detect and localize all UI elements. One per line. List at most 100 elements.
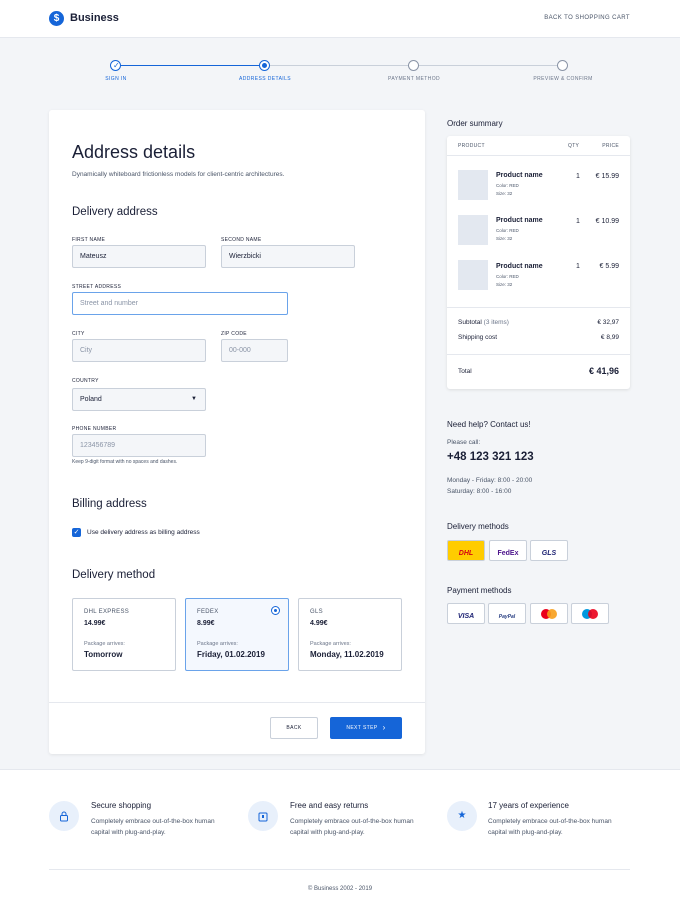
summary-header-divider: [447, 155, 630, 156]
country-label: COUNTRY: [72, 378, 99, 384]
product-qty: 1: [576, 263, 580, 270]
product-price: € 10.99: [595, 218, 619, 225]
dhl-logo: DHL: [447, 540, 485, 561]
delivery-option-gls[interactable]: GLS 4.99€ Package arrives: Monday, 11.02…: [298, 598, 402, 671]
delivery-option-arrives-date: Monday, 11.02.2019: [310, 650, 384, 659]
country-select[interactable]: Poland ▼: [72, 388, 206, 411]
product-name[interactable]: Product name: [496, 217, 543, 224]
back-to-cart-link[interactable]: BACK TO SHOPPING CART: [544, 15, 630, 21]
maestro-logo: [571, 603, 609, 624]
delivery-option-name: FEDEX: [197, 609, 219, 615]
hours-weekdays: Monday - Friday: 8:00 - 20:00: [447, 477, 533, 484]
next-step-button[interactable]: NEXT STEP ›: [330, 717, 402, 739]
hours-saturday: Saturday: 8:00 - 16:00: [447, 488, 512, 495]
delivery-option-fedex[interactable]: FEDEX 8.99€ Package arrives: Friday, 01.…: [185, 598, 289, 671]
delivery-option-arrives-date: Friday, 01.02.2019: [197, 650, 265, 659]
feature-title: Secure shopping: [91, 801, 152, 810]
second-name-label: SECOND NAME: [221, 237, 262, 243]
product-qty: 1: [576, 218, 580, 225]
back-button[interactable]: BACK: [270, 717, 318, 739]
star-icon: ★: [447, 801, 477, 831]
billing-same-label[interactable]: Use delivery address as billing address: [87, 529, 200, 536]
product-thumbnail[interactable]: [458, 215, 488, 245]
delivery-option-arrives-label: Package arrives:: [84, 641, 125, 647]
delivery-methods-title: Delivery methods: [447, 522, 509, 531]
step-preview-confirm-dot[interactable]: [557, 60, 568, 71]
step-sign-in-label[interactable]: SIGN IN: [66, 76, 166, 82]
city-input[interactable]: City: [72, 339, 206, 362]
step-preview-confirm-label[interactable]: PREVIEW & CONFIRM: [513, 76, 613, 82]
chevron-right-icon: ›: [382, 723, 386, 732]
summary-divider: [447, 307, 630, 308]
package-icon: [248, 801, 278, 831]
copyright: © Business 2002 - 2019: [307, 886, 373, 892]
step-payment-method-label[interactable]: PAYMENT METHOD: [364, 76, 464, 82]
product-name[interactable]: Product name: [496, 172, 543, 179]
maestro-circles-icon: [582, 609, 598, 619]
product-color: Color: RED: [496, 183, 519, 188]
billing-same-checkbox[interactable]: ✓: [72, 528, 81, 537]
product-price: € 15.99: [595, 173, 619, 180]
product-thumbnail[interactable]: [458, 170, 488, 200]
subtotal-label: Subtotal (3 items): [458, 319, 509, 326]
shipping-label: Shipping cost: [458, 334, 498, 341]
step-sign-in-dot[interactable]: ✓: [110, 60, 121, 71]
billing-address-heading: Billing address: [72, 498, 147, 510]
check-icon: ✓: [113, 61, 120, 70]
shipping-value: € 8,99: [600, 334, 619, 341]
product-name[interactable]: Product name: [496, 263, 543, 270]
features-footer: Secure shopping Completely embrace out-o…: [0, 769, 680, 910]
caret-down-icon: ▼: [191, 396, 197, 402]
step-address-details-label[interactable]: ADDRESS DETAILS: [215, 76, 315, 82]
product-thumbnail[interactable]: [458, 260, 488, 290]
country-value: Poland: [80, 396, 102, 403]
second-name-input[interactable]: Wierzbicki: [221, 245, 355, 268]
total-label: Total: [458, 368, 472, 375]
order-summary-card: PRODUCT QTY PRICE Product name Color: RE…: [447, 136, 630, 389]
col-qty-header: QTY: [568, 143, 580, 149]
mastercard-logo: [530, 603, 568, 624]
subtotal-count: (3 items): [483, 319, 509, 326]
col-price-header: PRICE: [602, 143, 619, 149]
order-summary-title: Order summary: [447, 119, 503, 128]
delivery-option-name: GLS: [310, 609, 323, 615]
street-address-input[interactable]: Street and number: [72, 292, 288, 315]
feature-text: Completely embrace out-of-the-box human …: [290, 818, 414, 836]
contact-phone[interactable]: +48 123 321 123: [447, 451, 534, 463]
gls-logo: GLS: [530, 540, 568, 561]
feature-title: 17 years of experience: [488, 801, 569, 810]
step-payment-method-dot[interactable]: [408, 60, 419, 71]
zip-code-label: ZIP CODE: [221, 331, 247, 337]
delivery-address-heading: Delivery address: [72, 206, 158, 218]
product-size: Size: 32: [496, 236, 513, 241]
top-bar: $ Business BACK TO SHOPPING CART: [0, 0, 680, 38]
product-size: Size: 32: [496, 191, 513, 196]
page-description: Dynamically whiteboard frictionless mode…: [72, 171, 285, 178]
delivery-option-price: 8.99€: [197, 620, 215, 627]
delivery-option-dhl[interactable]: DHL EXPRESS 14.99€ Package arrives: Tomo…: [72, 598, 176, 671]
product-size: Size: 32: [496, 282, 513, 287]
footer-divider: [49, 869, 630, 870]
help-title: Need help? Contact us!: [447, 420, 531, 429]
delivery-option-price: 14.99€: [84, 620, 106, 627]
phone-number-label: PHONE NUMBER: [72, 426, 117, 432]
dollar-logo-icon[interactable]: $: [49, 11, 64, 26]
phone-number-input[interactable]: 123456789: [72, 434, 206, 457]
phone-hint: Keep 9-digit format with no spaces and d…: [72, 459, 178, 465]
brand-name[interactable]: Business: [70, 12, 119, 24]
feature-text: Completely embrace out-of-the-box human …: [91, 818, 215, 836]
payment-methods-title: Payment methods: [447, 586, 512, 595]
product-price: € 5.99: [599, 263, 619, 270]
fedex-logo: FedEx: [489, 540, 527, 561]
summary-divider: [447, 354, 630, 355]
selected-radio[interactable]: [271, 606, 280, 615]
page-title: Address details: [72, 142, 196, 162]
zip-code-input[interactable]: 00-000: [221, 339, 288, 362]
subtotal-value: € 32,97: [597, 319, 619, 326]
step-address-details-dot[interactable]: [259, 60, 270, 71]
product-qty: 1: [576, 173, 580, 180]
product-color: Color: RED: [496, 228, 519, 233]
delivery-option-arrives-label: Package arrives:: [197, 641, 238, 647]
first-name-input[interactable]: Mateusz: [72, 245, 206, 268]
delivery-method-heading: Delivery method: [72, 569, 156, 581]
